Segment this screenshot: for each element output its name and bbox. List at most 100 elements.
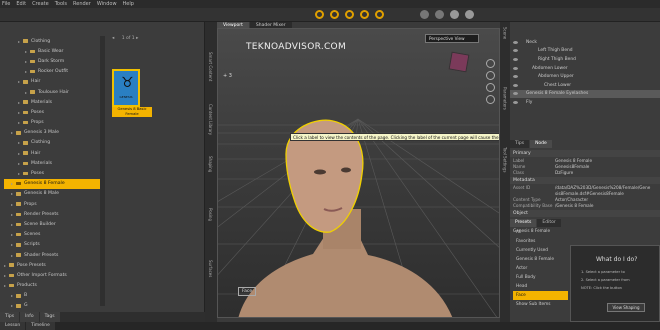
visibility-eye-icon[interactable]: [513, 57, 518, 61]
tab-editor[interactable]: Editor: [537, 219, 561, 227]
side-tab[interactable]: Scene: [503, 27, 508, 39]
tree-scrollbar[interactable]: [100, 36, 105, 306]
tree-item[interactable]: ▸ Genesis 8 Female: [4, 178, 100, 189]
menu-help[interactable]: Help: [123, 1, 134, 7]
folder-icon: [23, 100, 28, 104]
menu-file[interactable]: File: [2, 1, 10, 7]
scene-node[interactable]: Right Thigh Bend: [510, 55, 660, 64]
tab-info[interactable]: Info: [20, 312, 39, 322]
side-tab[interactable]: Tool Settings: [503, 147, 508, 172]
orbit-tool-icon[interactable]: [315, 10, 324, 19]
side-tab[interactable]: Parameters: [503, 87, 508, 110]
scene-node[interactable]: Chest Lower: [510, 81, 660, 90]
tree-item[interactable]: ▸ Genesis 8 Male: [4, 189, 100, 199]
tree-item[interactable]: ▸ Other Import Formats: [4, 270, 100, 280]
preset-category-item[interactable]: Face: [513, 291, 568, 300]
tree-item[interactable]: ▸ Materials: [4, 97, 100, 107]
preset-category-item[interactable]: Currently Used: [513, 246, 568, 255]
side-tab[interactable]: Smart Content: [208, 52, 213, 81]
render-icon[interactable]: [420, 10, 429, 19]
thumbnail-label[interactable]: Genesis 8 Basic Female: [112, 107, 152, 117]
visibility-eye-icon[interactable]: [513, 83, 518, 87]
tab-node[interactable]: Node: [530, 140, 552, 148]
preset-category-item[interactable]: Favorites: [513, 237, 568, 246]
preset-category-item[interactable]: Head: [513, 282, 568, 291]
menu-render[interactable]: Render: [73, 1, 91, 7]
scale-tool-icon[interactable]: [375, 10, 384, 19]
tree-item[interactable]: ▸ Rocker Outfit: [4, 67, 100, 77]
tree-item[interactable]: ▸ Products: [4, 281, 100, 291]
preset-category-item[interactable]: All: [513, 228, 568, 237]
view-shaping-button[interactable]: View Shaping: [607, 303, 645, 312]
side-tab[interactable]: Posing: [208, 208, 213, 221]
tree-item[interactable]: ▸ Clothing: [4, 138, 100, 148]
menu-create[interactable]: Create: [32, 1, 49, 7]
scene-node[interactable]: Genesis 8 Female Eyelashes: [510, 89, 660, 99]
visibility-eye-icon[interactable]: [513, 49, 518, 53]
pan-icon[interactable]: [486, 71, 495, 80]
3d-viewport[interactable]: TEKNOADVISOR.COM + 3 Perspective View Cl…: [217, 28, 500, 318]
tab-timeline[interactable]: Timeline: [26, 322, 55, 330]
visibility-eye-icon[interactable]: [513, 100, 518, 104]
universal-tool-icon[interactable]: [330, 10, 339, 19]
menu-tools[interactable]: Tools: [55, 1, 67, 7]
side-tab[interactable]: Content Library: [208, 104, 213, 135]
tree-item[interactable]: ▸ Poses: [4, 107, 100, 117]
view-mode-select[interactable]: Perspective View: [425, 34, 479, 43]
scene-node[interactable]: Left Thigh Bend: [510, 47, 660, 56]
frame-icon[interactable]: [486, 95, 495, 104]
tab-tips[interactable]: Tips: [0, 312, 20, 322]
tree-item[interactable]: ▸ Scenes: [4, 230, 100, 240]
tab-tags[interactable]: Tags: [39, 312, 60, 322]
tree-item[interactable]: ▸ Genesis 3 Male: [4, 128, 100, 138]
tree-item[interactable]: ▸ Basic Wear: [4, 46, 100, 56]
visibility-eye-icon[interactable]: [513, 66, 518, 70]
menu-window[interactable]: Window: [97, 1, 117, 7]
tab-lesson[interactable]: Lesson: [0, 322, 26, 330]
tree-item[interactable]: ▸ Hair: [4, 148, 100, 158]
tree-item[interactable]: ▸ Render Presets: [4, 209, 100, 219]
translate-tool-icon[interactable]: [360, 10, 369, 19]
preset-category-item[interactable]: Full Body: [513, 273, 568, 282]
light-icon[interactable]: [450, 10, 459, 19]
scene-node[interactable]: Fly: [510, 98, 660, 107]
tree-item[interactable]: ▸ G: [4, 301, 100, 311]
visibility-eye-icon[interactable]: [513, 92, 518, 96]
tree-item[interactable]: ▸ Hair: [4, 77, 100, 87]
tree-item[interactable]: ▸ Dark Storm: [4, 56, 100, 66]
tree-item[interactable]: ▸ Scripts: [4, 240, 100, 250]
tree-item[interactable]: ▸ Materials: [4, 158, 100, 168]
preset-category-item[interactable]: Genesis 8 Female: [513, 255, 568, 264]
genesis8-thumbnail[interactable]: ♉ GENESIS: [112, 69, 140, 107]
tab-tips[interactable]: Tips: [510, 140, 530, 148]
rotate-tool-icon[interactable]: [345, 10, 354, 19]
tree-item[interactable]: ▸ Poses: [4, 168, 100, 178]
preset-category-item[interactable]: Show Sub Items: [513, 300, 568, 309]
render-settings-icon[interactable]: [435, 10, 444, 19]
menu-edit[interactable]: Edit: [16, 1, 26, 7]
viewport-face-label[interactable]: Face: [238, 287, 257, 296]
scene-node[interactable]: Abdomen Upper: [510, 72, 660, 81]
tree-item[interactable]: ▸ Props: [4, 199, 100, 209]
scene-node[interactable]: Abdomen Lower: [510, 64, 660, 73]
tree-item[interactable]: ▸ Scene Builder: [4, 219, 100, 229]
visibility-eye-icon[interactable]: [513, 75, 518, 79]
zoom-icon[interactable]: [486, 59, 495, 68]
tree-item[interactable]: ▸ Clothing: [4, 36, 100, 46]
visibility-eye-icon[interactable]: [513, 40, 518, 44]
page-prev-icon[interactable]: ◂: [112, 36, 114, 41]
page-next-icon[interactable]: ▸: [136, 36, 138, 41]
tree-item[interactable]: ▸ Props: [4, 118, 100, 128]
tree-item[interactable]: ▸ Toulouse Hair: [4, 87, 100, 97]
orbit-icon[interactable]: [486, 83, 495, 92]
side-tab[interactable]: Shaping: [208, 156, 213, 172]
scene-node[interactable]: Neck: [510, 38, 660, 47]
camera-icon[interactable]: [465, 10, 474, 19]
preset-category-item[interactable]: Actor: [513, 264, 568, 273]
tree-item[interactable]: ▸ Pose Presets: [4, 260, 100, 270]
view-cube[interactable]: [448, 51, 470, 73]
tree-item[interactable]: ▸ B: [4, 291, 100, 301]
tree-item[interactable]: ▸ Shader Presets: [4, 250, 100, 260]
tab-presets[interactable]: Presets: [510, 219, 537, 227]
side-tab[interactable]: Surfaces: [208, 260, 213, 277]
